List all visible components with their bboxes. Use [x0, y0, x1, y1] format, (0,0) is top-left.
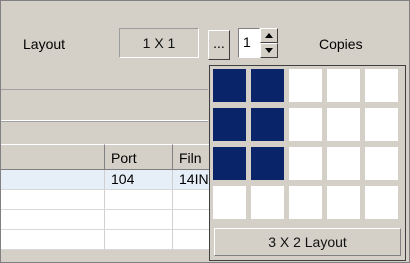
layout-grid-cell[interactable] — [251, 186, 284, 219]
print-panel: Layout 1 X 1 ... 1 Copies Port Filn 104 … — [0, 0, 410, 263]
table-cell — [105, 210, 173, 229]
layout-grid-cell[interactable] — [213, 186, 246, 219]
job-table: Port Filn 104 14IN — [1, 144, 216, 250]
layout-grid-cell[interactable] — [289, 69, 322, 102]
copies-label: Copies — [319, 36, 363, 52]
layout-grid-cell[interactable] — [213, 69, 246, 102]
layout-grid-cell[interactable] — [365, 69, 398, 102]
table-cell — [105, 190, 173, 209]
separator-bar — [1, 121, 208, 145]
layout-grid-cell[interactable] — [365, 108, 398, 141]
column-header-port[interactable]: Port — [105, 144, 173, 170]
table-row[interactable] — [1, 190, 216, 210]
layout-picker-popup: 3 X 2 Layout — [209, 65, 406, 261]
table-cell — [105, 230, 173, 249]
layout-grid-cell[interactable] — [251, 108, 284, 141]
layout-grid-cell[interactable] — [327, 147, 360, 180]
layout-grid-cell[interactable] — [213, 108, 246, 141]
table-header: Port Filn — [1, 144, 216, 170]
layout-grid-cell[interactable] — [327, 186, 360, 219]
layout-grid-cell[interactable] — [251, 69, 284, 102]
table-cell: 104 — [105, 170, 173, 189]
layout-grid-cell[interactable] — [327, 108, 360, 141]
layout-grid-cell[interactable] — [213, 147, 246, 180]
layout-value-field: 1 X 1 — [119, 28, 199, 58]
layout-grid-cell[interactable] — [289, 186, 322, 219]
copies-spinner[interactable] — [260, 28, 278, 58]
layout-grid-cell[interactable] — [365, 147, 398, 180]
table-row[interactable]: 104 14IN — [1, 170, 216, 190]
copies-input[interactable]: 1 — [238, 28, 260, 58]
column-header[interactable] — [1, 144, 105, 170]
layout-grid-cell[interactable] — [365, 186, 398, 219]
layout-grid-cell[interactable] — [251, 147, 284, 180]
layout-label: Layout — [23, 36, 66, 52]
separator-bar — [1, 89, 208, 121]
layout-grid-cell[interactable] — [289, 147, 322, 180]
layout-picker-button[interactable]: ... — [208, 30, 230, 60]
layout-grid-cell[interactable] — [327, 69, 360, 102]
spin-down-arrow-icon[interactable] — [260, 43, 278, 58]
table-cell — [1, 210, 105, 229]
table-row[interactable] — [1, 210, 216, 230]
table-cell — [1, 230, 105, 249]
table-cell — [1, 190, 105, 209]
spin-up-arrow-icon[interactable] — [260, 28, 278, 43]
layout-grid-cell[interactable] — [289, 108, 322, 141]
apply-layout-button[interactable]: 3 X 2 Layout — [214, 228, 401, 256]
table-cell — [1, 170, 105, 189]
table-row[interactable] — [1, 230, 216, 250]
